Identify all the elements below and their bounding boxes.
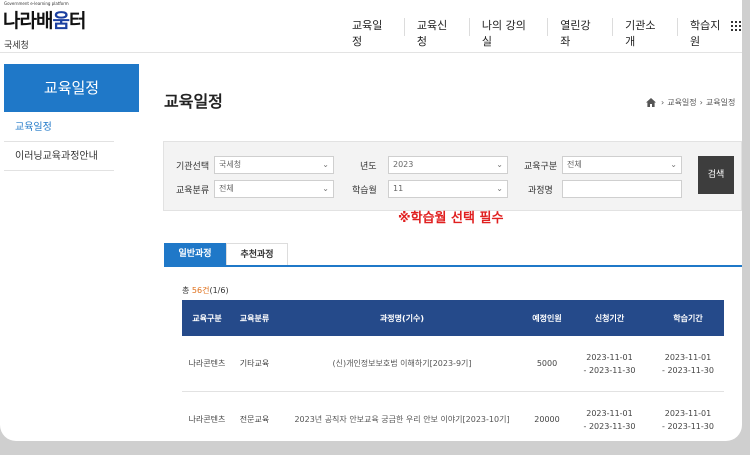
nav-apply[interactable]: 교육신청 bbox=[403, 18, 469, 48]
apply-end: - 2023-11-30 bbox=[583, 365, 636, 375]
cell-capacity: 20000 bbox=[534, 415, 560, 424]
chevron-right-icon: › bbox=[699, 98, 703, 107]
study-end: - 2023-11-30 bbox=[662, 421, 714, 431]
search-button[interactable]: 검색 bbox=[698, 156, 734, 194]
breadcrumb-item-current: 교육일정 bbox=[705, 98, 736, 107]
sidebar-item-elearning-guide[interactable]: 이러닝교육과정안내 bbox=[4, 143, 114, 171]
chevron-down-icon: ⌄ bbox=[496, 184, 503, 193]
count-page: (1/6) bbox=[209, 286, 229, 295]
month-select[interactable]: 11 ⌄ bbox=[388, 180, 508, 198]
category-select[interactable]: 전체 ⌄ bbox=[214, 180, 334, 198]
site-header: Government e-learning platform 나라배움터 국세청… bbox=[0, 0, 742, 53]
type-select-value: 전체 bbox=[567, 160, 582, 169]
month-label: 학습월 bbox=[352, 186, 377, 196]
tab-underline bbox=[164, 265, 742, 267]
col-title: 과정명(기수) bbox=[379, 313, 425, 323]
table-row: 나라콘텐츠 기타교육 (신)개인정보보호법 이해하기[2023-9기] 5000… bbox=[182, 336, 724, 392]
course-title-link[interactable]: 2023년 공직자 안보교육 궁금한 우리 안보 이야기[2023-10기] bbox=[294, 413, 509, 426]
schedule-table: 교육구분 교육분류 과정명(기수) 예정인원 신청기간 학습기간 나라콘텐츠 기… bbox=[182, 300, 724, 441]
tab-general-course[interactable]: 일반과정 bbox=[164, 243, 226, 265]
category-select-value: 전체 bbox=[219, 184, 234, 193]
year-select-value: 2023 bbox=[393, 160, 414, 169]
year-label: 년도 bbox=[360, 162, 377, 172]
nav-my-classroom[interactable]: 나의 강의실 bbox=[468, 18, 547, 48]
org-label: 기관선택 bbox=[176, 162, 210, 172]
table-header: 교육구분 교육분류 과정명(기수) 예정인원 신청기간 학습기간 bbox=[182, 300, 724, 336]
breadcrumb-item[interactable]: 교육일정 bbox=[667, 97, 696, 108]
chevron-right-icon: › bbox=[661, 98, 665, 107]
year-select[interactable]: 2023 ⌄ bbox=[388, 156, 508, 174]
main-nav: 교육일정 교육신청 나의 강의실 열린강좌 기관소개 학습지원 bbox=[340, 18, 742, 48]
nav-open-courses[interactable]: 열린강좌 bbox=[547, 18, 612, 48]
chevron-down-icon: ⌄ bbox=[322, 184, 329, 193]
chevron-down-icon: ⌄ bbox=[670, 160, 677, 169]
org-select[interactable]: 국세청 ⌄ bbox=[214, 156, 334, 174]
cell-title: 2023년 공직자 안보교육 궁금한 우리 안보 이야기[2023-10기] bbox=[277, 392, 527, 441]
chevron-down-icon: ⌄ bbox=[322, 160, 329, 169]
sidebar-title: 교육일정 bbox=[4, 64, 139, 112]
col-category: 교육분류 bbox=[239, 313, 270, 323]
home-icon[interactable] bbox=[646, 98, 656, 107]
col-apply-period: 신청기간 bbox=[594, 313, 625, 323]
study-end: - 2023-11-30 bbox=[662, 365, 714, 375]
org-select-value: 국세청 bbox=[219, 160, 242, 169]
result-count: 총 56건(1/6) bbox=[182, 285, 229, 296]
logo-text-a: 나라배 bbox=[3, 10, 53, 32]
cell-category: 전문교육 bbox=[239, 415, 270, 424]
col-study-period: 학습기간 bbox=[673, 313, 703, 323]
type-label: 교육구분 bbox=[524, 162, 558, 172]
apply-start: 2023-11-01 bbox=[586, 408, 633, 418]
org-name: 국세청 bbox=[4, 41, 29, 51]
course-title-link[interactable]: (신)개인정보보호법 이해하기[2023-9기] bbox=[332, 357, 471, 370]
type-select[interactable]: 전체 ⌄ bbox=[562, 156, 682, 174]
course-label: 과정명 bbox=[528, 186, 553, 196]
cell-type: 나라콘텐츠 bbox=[188, 415, 226, 424]
logo-text-b: 움 bbox=[52, 10, 70, 32]
apply-start: 2023-11-01 bbox=[586, 352, 633, 362]
cell-apply-period: 2023-11-01 - 2023-11-30 bbox=[567, 392, 652, 441]
nav-schedule[interactable]: 교육일정 bbox=[340, 18, 404, 48]
col-capacity: 예정인원 bbox=[532, 313, 562, 323]
page: Government e-learning platform 나라배움터 국세청… bbox=[0, 0, 742, 441]
cell-category: 기타교육 bbox=[239, 359, 270, 368]
site-logo[interactable]: 나라배움터 bbox=[3, 6, 87, 33]
logo-text-c: 터 bbox=[68, 10, 87, 32]
cell-apply-period: 2023-11-01 - 2023-11-30 bbox=[567, 336, 652, 391]
course-name-input[interactable] bbox=[562, 180, 682, 198]
cell-capacity: 5000 bbox=[536, 359, 558, 368]
grid-icon[interactable] bbox=[731, 21, 741, 31]
screenshot-frame: Government e-learning platform 나라배움터 국세청… bbox=[0, 0, 750, 455]
study-start: 2023-11-01 bbox=[664, 408, 712, 418]
chevron-down-icon: ⌄ bbox=[496, 160, 503, 169]
month-select-value: 11 bbox=[393, 184, 404, 193]
study-start: 2023-11-01 bbox=[664, 352, 712, 362]
cell-study-period: 2023-11-01 - 2023-11-30 bbox=[652, 392, 724, 441]
count-number: 56건 bbox=[191, 286, 210, 295]
nav-about[interactable]: 기관소개 bbox=[612, 18, 677, 48]
tab-recommended-course[interactable]: 추천과정 bbox=[226, 243, 288, 265]
breadcrumb: › 교육일정 › 교육일정 bbox=[646, 97, 735, 108]
cell-title: (신)개인정보보호법 이해하기[2023-9기] bbox=[277, 336, 527, 391]
apply-end: - 2023-11-30 bbox=[583, 421, 636, 431]
category-label: 교육분류 bbox=[176, 186, 210, 196]
page-title: 교육일정 bbox=[164, 92, 223, 111]
month-required-notice: ※학습월 선택 필수 bbox=[398, 211, 504, 226]
search-filter-panel: 기관선택 국세청 ⌄ 년도 2023 ⌄ 교육구분 전체 ⌄ 교육분류 전체 ⌄… bbox=[163, 141, 742, 211]
col-type: 교육구분 bbox=[192, 313, 222, 323]
table-row: 나라콘텐츠 전문교육 2023년 공직자 안보교육 궁금한 우리 안보 이야기[… bbox=[182, 392, 724, 441]
cell-study-period: 2023-11-01 - 2023-11-30 bbox=[652, 336, 724, 391]
count-prefix: 총 bbox=[182, 286, 192, 295]
sidebar-item-schedule[interactable]: 교육일정 bbox=[4, 114, 114, 142]
cell-type: 나라콘텐츠 bbox=[188, 359, 226, 368]
